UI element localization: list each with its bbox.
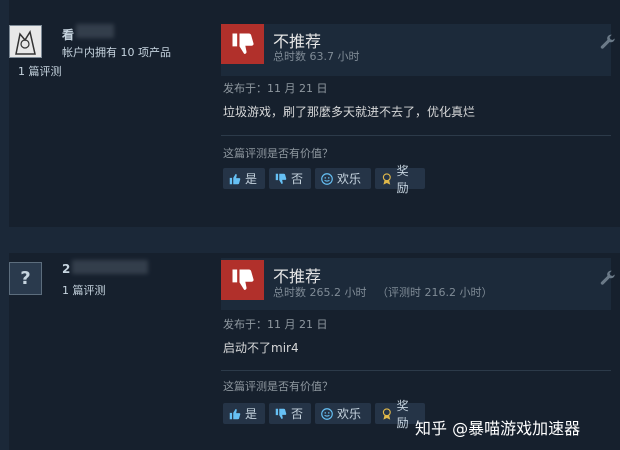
thumbs-down-icon: [275, 173, 287, 184]
user-avatar[interactable]: ?: [9, 262, 42, 295]
vote-funny-button[interactable]: 欢乐: [315, 403, 371, 424]
vote-yes-label: 是: [245, 407, 258, 421]
vote-funny-button[interactable]: 欢乐: [315, 168, 371, 189]
thumbs-up-icon: [229, 173, 241, 184]
posted-date: 发布于：11 月 21 日: [223, 82, 328, 95]
award-icon: [382, 172, 391, 185]
review-count[interactable]: 1 篇评测: [18, 63, 62, 79]
user-name[interactable]: 看: [62, 26, 74, 43]
vote-no-label: 否: [291, 172, 304, 186]
owned-products[interactable]: 帐户内拥有 10 项产品: [62, 44, 171, 60]
avatar-image: [10, 26, 41, 57]
vote-no-label: 否: [291, 407, 304, 421]
watermark: 知乎 @暴喵游戏加速器: [415, 419, 581, 438]
award-icon: [382, 407, 391, 420]
thumbs-down-icon: [221, 24, 264, 64]
posted-date: 发布于：11 月 21 日: [223, 318, 328, 331]
divider: [221, 370, 611, 371]
playtime-hours: 总时数 63.7 小时: [273, 50, 360, 63]
user-name[interactable]: 2: [62, 262, 70, 276]
review-text: 垃圾游戏，刷了那麼多天就进不去了，优化真烂: [223, 105, 476, 119]
vote-yes-label: 是: [245, 172, 258, 186]
thumbs-down-icon: [275, 408, 287, 419]
award-button[interactable]: 奖励: [375, 164, 425, 195]
smiley-icon: [321, 172, 333, 185]
wrench-icon[interactable]: [599, 34, 617, 52]
smiley-icon: [321, 407, 333, 420]
thumbs-down-icon: [221, 260, 264, 300]
vote-yes-button[interactable]: 是: [223, 403, 265, 424]
vote-funny-label: 欢乐: [337, 172, 362, 186]
vote-yes-button[interactable]: 是: [223, 168, 265, 189]
review-count[interactable]: 1 篇评测: [62, 282, 106, 298]
unknown-avatar-icon: ?: [20, 268, 31, 289]
vote-no-button[interactable]: 否: [269, 168, 311, 189]
divider: [221, 135, 611, 136]
thumbs-up-icon: [229, 408, 241, 419]
vote-no-button[interactable]: 否: [269, 403, 311, 424]
user-avatar[interactable]: [9, 25, 42, 58]
vote-funny-label: 欢乐: [337, 407, 362, 421]
redacted-name: [72, 260, 148, 274]
award-label: 奖励: [396, 163, 409, 195]
redacted-name: [76, 24, 114, 38]
helpful-prompt: 这篇评测是否有价值？: [223, 380, 333, 393]
helpful-prompt: 这篇评测是否有价值？: [223, 147, 333, 160]
wrench-icon[interactable]: [599, 270, 617, 288]
review-text: 启动不了mir4: [223, 341, 299, 355]
playtime-hours: 总时数 265.2 小时 （评测时 216.2 小时）: [273, 286, 493, 299]
